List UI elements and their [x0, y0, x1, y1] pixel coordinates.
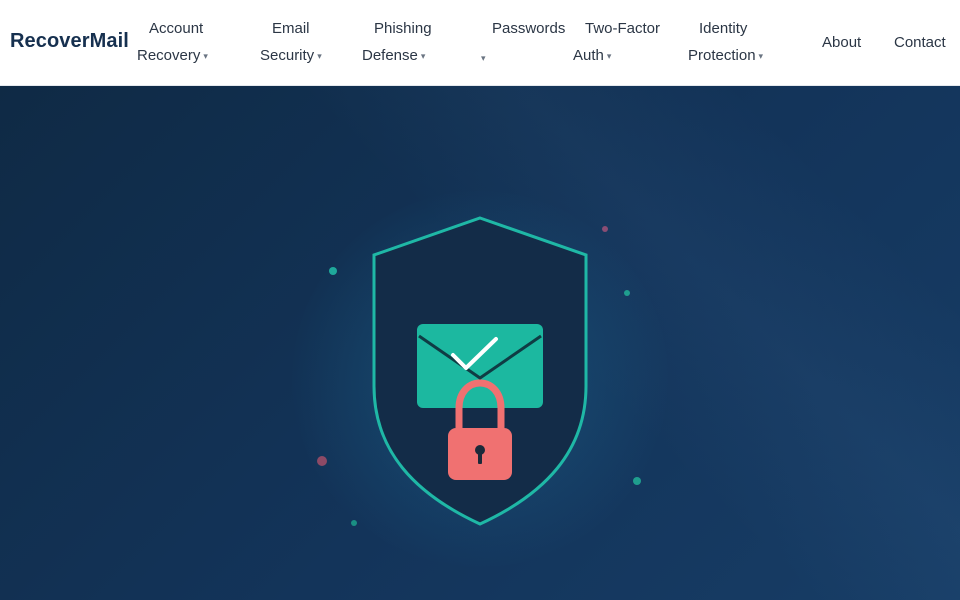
chevron-down-icon: ▾ — [420, 51, 426, 61]
nav-label-line2: Recovery — [137, 47, 201, 64]
nav-item-two-factor-auth[interactable]: Two-Factor Auth ▾ — [572, 20, 668, 70]
particle-dot — [317, 456, 327, 466]
chevron-down-icon: ▾ — [481, 53, 486, 63]
nav-item-passwords[interactable]: Passwords ▾ — [478, 20, 570, 70]
envelope-icon — [417, 324, 543, 408]
nav-label-line1: Passwords — [492, 20, 566, 37]
chevron-down-icon: ▾ — [317, 51, 322, 61]
chevron-down-icon: ▾ — [203, 51, 208, 61]
particle-dot — [329, 267, 337, 275]
nav-label-line1: Account — [149, 20, 204, 37]
chevron-down-icon: ▾ — [758, 51, 764, 61]
chevron-down-icon: ▾ — [606, 51, 612, 61]
particle-dot — [633, 477, 641, 485]
nav-label: About — [822, 34, 862, 51]
nav-label-line1: Phishing — [374, 20, 432, 37]
nav-item-phishing-defense[interactable]: Phishing Defense ▾ — [360, 20, 440, 70]
particle-dot — [351, 520, 357, 526]
nav-label-line1: Email — [272, 20, 310, 37]
particle-dot — [602, 226, 608, 232]
nav-item-identity-protection[interactable]: Identity Protection ▾ — [686, 20, 776, 70]
top-navigation-bar: RecoverMail Account Recovery ▾ Email Secu… — [0, 0, 960, 86]
security-illustration — [317, 216, 641, 526]
brand-logo[interactable]: RecoverMail — [10, 30, 129, 53]
particle-dot — [624, 290, 630, 296]
hero-section — [0, 86, 960, 600]
nav-item-contact[interactable]: Contact — [894, 34, 946, 51]
nav-label-line2: Security — [260, 47, 315, 64]
nav-item-account-recovery[interactable]: Account Recovery ▾ — [136, 20, 220, 70]
nav-label-line2: Protection — [688, 47, 756, 64]
nav-label-line1: Identity — [699, 20, 748, 37]
nav-label-line2: Defense — [362, 47, 418, 64]
nav-label: Contact — [894, 34, 946, 51]
nav-label-line1: Two-Factor — [585, 20, 661, 37]
nav-item-email-security[interactable]: Email Security ▾ — [258, 20, 334, 70]
nav-item-about[interactable]: About — [822, 34, 861, 51]
nav-label-line2: Auth — [573, 47, 604, 64]
